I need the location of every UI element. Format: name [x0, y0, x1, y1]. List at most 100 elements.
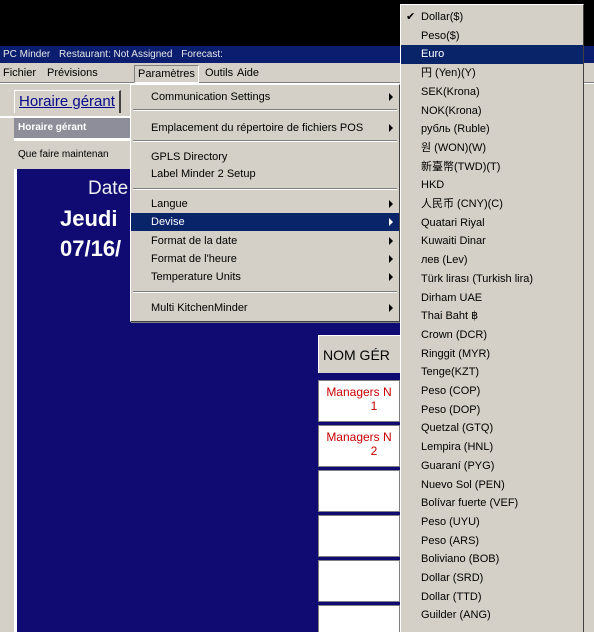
currency-option-label: Tenge(KZT)	[421, 366, 480, 379]
submenu-arrow-icon	[389, 200, 393, 208]
menu-separator	[133, 140, 397, 142]
menu-fichier[interactable]: Fichier	[0, 65, 39, 81]
currency-option[interactable]: NOK(Krona)	[401, 102, 583, 121]
currency-option-label: Euro	[421, 48, 445, 61]
manager-number: 2	[370, 444, 378, 458]
currency-option[interactable]: Peso($)	[401, 27, 583, 46]
currency-option-label: 新臺幣(TWD)(T)	[421, 160, 501, 173]
menu-outils[interactable]: Outils	[202, 65, 236, 81]
currency-option[interactable]: Dirham UAE	[401, 289, 583, 308]
currency-option[interactable]: Boliviano (BOB)	[401, 550, 583, 569]
left-margin	[0, 118, 14, 632]
currency-option[interactable]: 人民币 (CNY)(C)	[401, 195, 583, 214]
currency-option-label: Dollar (SRD)	[421, 572, 484, 584]
menu-separator	[133, 188, 397, 190]
currency-option[interactable]: Ringgit (MYR)	[401, 345, 583, 364]
currency-option[interactable]: Euro	[401, 45, 583, 65]
currency-option[interactable]: Peso (UYU)	[401, 513, 583, 532]
currency-option-label: Peso($)	[421, 29, 460, 42]
currency-option[interactable]: лев (Lev)	[401, 251, 583, 270]
right-edge-scroll	[584, 84, 594, 632]
currency-option[interactable]: ✔ Dollar($)	[401, 8, 583, 27]
currency-option[interactable]: Peso (DOP)	[401, 401, 583, 420]
manager-name: Managers N	[326, 430, 392, 444]
currency-option-label: Quetzal (GTQ)	[421, 422, 494, 435]
currency-option[interactable]: Crown (DCR)	[401, 326, 583, 345]
currency-option[interactable]: 원 (WON)(W)	[401, 139, 583, 158]
menu-item-gpls-directory[interactable]: GPLS Directory	[131, 148, 399, 166]
currency-option-label: Dirham UAE	[421, 291, 483, 304]
menu-item-communication-settings[interactable]: Communication Settings	[131, 88, 399, 106]
menu-item-label: GPLS Directory	[151, 151, 228, 163]
day-value: Jeudi	[60, 206, 118, 231]
submenu-arrow-icon	[389, 273, 393, 281]
manager-cell[interactable]: Managers N 1	[318, 380, 400, 422]
currency-option-label: Türk lirası (Turkish lira)	[421, 272, 534, 285]
menu-item-devise[interactable]: Devise	[131, 213, 399, 231]
currency-option-label: 円 (Yen)(Y)	[421, 67, 476, 80]
menu-item-multi-kitchenminder[interactable]: Multi KitchenMinder	[131, 299, 399, 317]
currency-option-label: Peso (COP)	[421, 385, 481, 397]
menu-item-label: Communication Settings	[151, 91, 271, 103]
currency-option[interactable]: Dollar (TTD)	[401, 588, 583, 607]
empty-cell[interactable]	[318, 560, 400, 602]
currency-option[interactable]: Thai Baht ฿	[401, 307, 583, 326]
menu-item-label: Emplacement du répertoire de fichiers PO…	[151, 122, 364, 134]
currency-option-label: Peso (ARS)	[421, 534, 480, 547]
submenu-arrow-icon	[389, 218, 393, 226]
currency-option[interactable]: рубль (Ruble)	[401, 120, 583, 139]
menu-previsions[interactable]: Prévisions	[44, 65, 101, 81]
menu-item-temperature-units[interactable]: Temperature Units	[131, 268, 399, 286]
app-title: PC Minder	[3, 49, 51, 60]
menu-item-label: Format de l'heure	[151, 253, 237, 265]
menu-item-pos-directory[interactable]: Emplacement du répertoire de fichiers PO…	[131, 119, 399, 137]
menu-item-label: Format de la date	[151, 235, 238, 247]
currency-option[interactable]: Tenge(KZT)	[401, 363, 583, 382]
menu-aide[interactable]: Aide	[234, 65, 262, 81]
menu-item-date-format[interactable]: Format de la date	[131, 232, 399, 250]
parametres-menu: Communication Settings Emplacement du ré…	[130, 84, 400, 322]
manager-name: Managers N	[326, 385, 392, 399]
currency-option-label: Boliviano (BOB)	[421, 553, 500, 566]
currency-option[interactable]: 新臺幣(TWD)(T)	[401, 158, 583, 177]
currency-option[interactable]: Dollar (SRD)	[401, 569, 583, 588]
currency-option-label: Crown (DCR)	[421, 328, 487, 341]
currency-option[interactable]: Kuwaiti Dinar	[401, 232, 583, 251]
currency-option-label: рубль (Ruble)	[421, 123, 490, 136]
currency-option-label: Guaraní (PYG)	[421, 459, 495, 472]
checkmark-icon: ✔	[406, 11, 416, 23]
menu-item-label: Devise	[151, 216, 185, 228]
menu-item-label-minder-setup[interactable]: Label Minder 2 Setup	[131, 165, 399, 183]
currency-option[interactable]: Quetzal (GTQ)	[401, 419, 583, 438]
currency-option-label: Bolívar fuerte (VEF)	[421, 497, 519, 510]
currency-option[interactable]: Guilder (ANG)	[401, 606, 583, 625]
tab-horaire-gerant[interactable]: Horaire gérant	[14, 90, 121, 113]
currency-option[interactable]: Nuevo Sol (PEN)	[401, 476, 583, 495]
currency-option-label: Kuwaiti Dinar	[421, 235, 486, 248]
manager-number: 1	[370, 399, 378, 413]
menu-item-label: Label Minder 2 Setup	[151, 168, 256, 180]
manager-cell[interactable]: Managers N 2	[318, 425, 400, 467]
date-value: 07/16/	[60, 236, 122, 261]
currency-option-label: Guilder (ANG)	[421, 609, 491, 622]
currency-option[interactable]: HKD	[401, 176, 583, 195]
menu-item-langue[interactable]: Langue	[131, 195, 399, 213]
empty-cell[interactable]	[318, 515, 400, 557]
empty-cell[interactable]	[318, 605, 400, 632]
currency-option[interactable]: 円 (Yen)(Y)	[401, 64, 583, 83]
menu-item-time-format[interactable]: Format de l'heure	[131, 250, 399, 268]
empty-cell[interactable]	[318, 470, 400, 512]
currency-option-label: 원 (WON)(W)	[421, 141, 487, 154]
currency-option[interactable]: Lempira (HNL)	[401, 438, 583, 457]
menu-parametres[interactable]: Paramètres	[134, 65, 199, 83]
currency-option[interactable]: Quatari Riyal	[401, 214, 583, 233]
currency-option[interactable]: Bolívar fuerte (VEF)	[401, 494, 583, 513]
currency-option-label: Quatari Riyal	[421, 216, 485, 229]
currency-option-label: Lempira (HNL)	[421, 441, 494, 454]
currency-option[interactable]: Peso (COP)	[401, 382, 583, 401]
currency-option-label: NOK(Krona)	[421, 104, 482, 117]
currency-option[interactable]: SEK(Krona)	[401, 83, 583, 102]
currency-option[interactable]: Peso (ARS)	[401, 532, 583, 551]
currency-option[interactable]: Guaraní (PYG)	[401, 457, 583, 476]
currency-option[interactable]: Türk lirası (Turkish lira)	[401, 270, 583, 289]
